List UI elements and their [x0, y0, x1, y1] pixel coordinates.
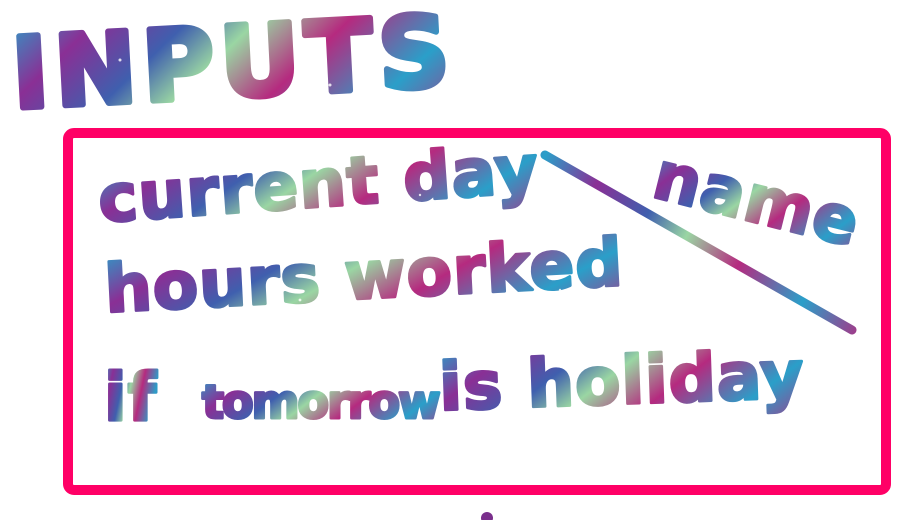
input-if: if — [104, 359, 158, 436]
stray-mark — [481, 512, 493, 520]
page-title: INPUTS — [9, 0, 458, 132]
drawing-canvas: INPUTS current day name hours worked if … — [6, 0, 891, 520]
input-name-annotation: name — [646, 137, 867, 262]
input-is-holiday: is holiday — [438, 336, 806, 426]
input-tomorrow: tomorrow — [202, 375, 439, 429]
input-hours-worked: hours worked — [103, 224, 625, 328]
input-current-day: current day — [96, 130, 542, 238]
